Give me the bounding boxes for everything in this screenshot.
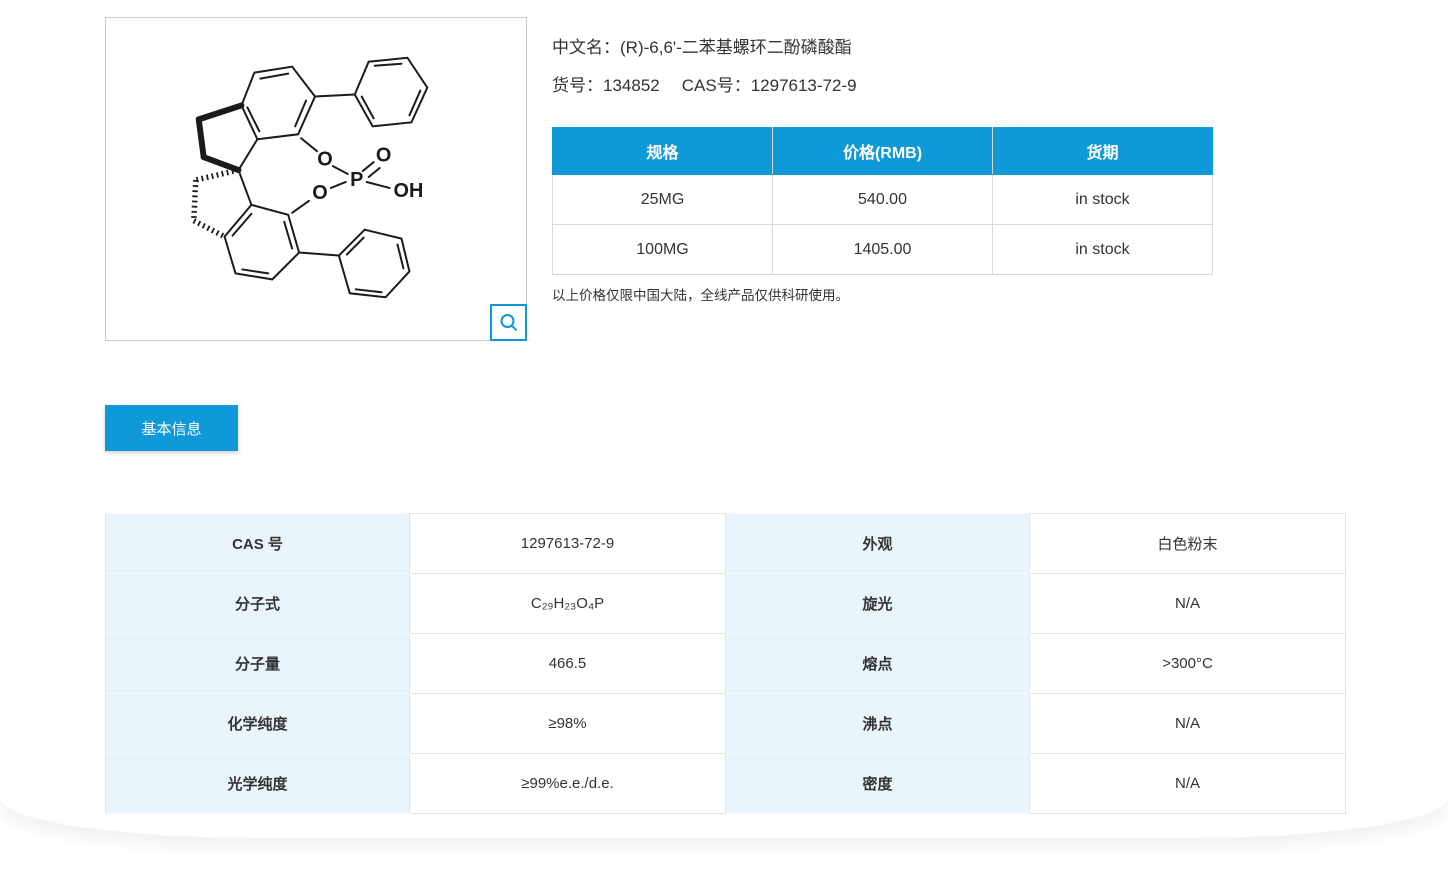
property-label: 分子量 xyxy=(105,633,410,694)
property-label: 沸点 xyxy=(725,693,1030,754)
atom-oh: OH xyxy=(394,180,424,202)
property-value: C₂₉H₂₃O₄P xyxy=(409,573,726,634)
property-label: 旋光 xyxy=(725,573,1030,634)
property-label: CAS 号 xyxy=(105,513,410,574)
product-name: (R)-6,6'-二苯基螺环二酚磷酸酯 xyxy=(620,38,852,57)
tab-basic-info[interactable]: 基本信息 xyxy=(105,405,238,451)
property-value: ≥98% xyxy=(409,693,726,754)
cas-number: 1297613-72-9 xyxy=(750,76,857,95)
property-value: 1297613-72-9 xyxy=(409,513,726,574)
property-value: N/A xyxy=(1029,573,1346,634)
property-value: ≥99%e.e./d.e. xyxy=(409,753,726,814)
product-page: O O P O OH 中文名：(R)-6,6'-二苯基螺环二酚磷酸酯 货号：13… xyxy=(0,0,1448,870)
price-header-spec: 规格 xyxy=(552,127,773,175)
product-name-label: 中文名： xyxy=(552,38,620,57)
price-cell-stock: in stock xyxy=(992,174,1213,225)
price-cell-price: 1405.00 xyxy=(772,224,993,275)
price-cell-spec: 25MG xyxy=(552,174,773,225)
property-value: 466.5 xyxy=(409,633,726,694)
property-label: 密度 xyxy=(725,753,1030,814)
property-row: 分子式 C₂₉H₂₃O₄P 旋光 N/A xyxy=(105,573,1346,634)
product-name-line: 中文名：(R)-6,6'-二苯基螺环二酚磷酸酯 xyxy=(552,33,852,58)
property-row: 光学纯度 ≥99%e.e./d.e. 密度 N/A xyxy=(105,753,1346,814)
molecule-structure: O O P O OH xyxy=(191,56,429,299)
property-value: N/A xyxy=(1029,753,1346,814)
price-table: 规格 价格(RMB) 货期 25MG 540.00 in stock 100MG… xyxy=(552,127,1213,275)
price-row: 25MG 540.00 in stock xyxy=(552,174,1213,225)
price-cell-spec: 100MG xyxy=(552,224,773,275)
magnifier-icon xyxy=(500,313,517,331)
atom-o-bottom: O xyxy=(312,182,327,204)
price-header-price: 价格(RMB) xyxy=(772,127,993,175)
property-row: 分子量 466.5 熔点 >300°C xyxy=(105,633,1346,694)
catalog-number: 134852 xyxy=(603,76,660,95)
atom-o-top: O xyxy=(317,148,332,170)
structure-image-box: O O P O OH xyxy=(105,17,527,341)
atom-o-double: O xyxy=(376,144,391,166)
property-label: 外观 xyxy=(725,513,1030,574)
property-value: N/A xyxy=(1029,693,1346,754)
product-id-line: 货号：134852 CAS号：1297613-72-9 xyxy=(552,71,857,96)
atom-p: P xyxy=(350,169,363,191)
properties-table: CAS 号 1297613-72-9 外观 白色粉末 分子式 C₂₉H₂₃O₄P… xyxy=(105,513,1346,814)
price-row: 100MG 1405.00 in stock xyxy=(552,224,1213,275)
property-value: >300°C xyxy=(1029,633,1346,694)
property-row: 化学纯度 ≥98% 沸点 N/A xyxy=(105,693,1346,754)
catalog-label: 货号： xyxy=(552,76,603,95)
property-label: 熔点 xyxy=(725,633,1030,694)
property-label: 光学纯度 xyxy=(105,753,410,814)
property-label: 分子式 xyxy=(105,573,410,634)
property-value: 白色粉末 xyxy=(1029,513,1346,574)
property-row: CAS 号 1297613-72-9 外观 白色粉末 xyxy=(105,513,1346,574)
structure-zoom-button[interactable] xyxy=(490,304,527,341)
price-header-stock: 货期 xyxy=(992,127,1213,175)
price-table-header-row: 规格 价格(RMB) 货期 xyxy=(552,127,1213,175)
price-cell-stock: in stock xyxy=(992,224,1213,275)
cas-label: CAS号： xyxy=(681,76,751,95)
property-label: 化学纯度 xyxy=(105,693,410,754)
price-cell-price: 540.00 xyxy=(772,174,993,225)
price-disclaimer: 以上价格仅限中国大陆，全线产品仅供科研使用。 xyxy=(552,288,849,303)
